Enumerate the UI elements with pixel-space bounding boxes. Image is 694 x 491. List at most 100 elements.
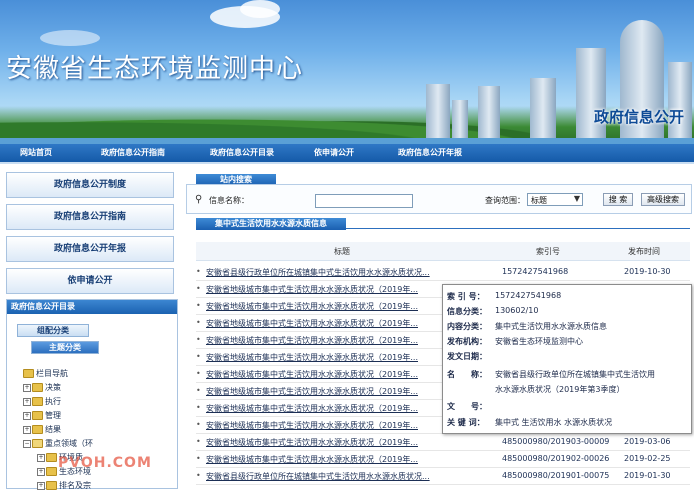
search-panel: ⚲ 信息名称： 查询范围： 标题 ▼ 搜 索 高级搜索 bbox=[186, 184, 692, 214]
expand-icon[interactable]: + bbox=[23, 383, 31, 392]
row-title-link[interactable]: 安徽省地级城市集中式生活饮用水水源水质状况（2019年... bbox=[206, 386, 418, 397]
menu-disclosure-guide[interactable]: 政府信息公开指南 bbox=[6, 204, 174, 230]
site-banner: 安徽省生态环境监测中心 政府信息公开 bbox=[0, 0, 694, 144]
bullet-icon: • bbox=[196, 454, 201, 463]
menu-disclosure-system[interactable]: 政府信息公开制度 bbox=[6, 172, 174, 198]
banner-subtitle: 政府信息公开 bbox=[593, 108, 684, 126]
row-title-link[interactable]: 安徽省县级行政单位所在城镇集中式生活饮用水水源水质状况... bbox=[206, 267, 430, 278]
advanced-search-button[interactable]: 高级搜索 bbox=[641, 193, 685, 206]
table-header bbox=[196, 242, 690, 261]
row-title-link[interactable]: 安徽省地级城市集中式生活饮用水水源水质状况（2019年... bbox=[206, 403, 418, 414]
building-decoration bbox=[668, 62, 692, 144]
row-date: 2019-01-30 bbox=[624, 471, 671, 480]
folder-icon bbox=[46, 453, 57, 462]
popup-value: 水水源水质状况（2019年第3季度） bbox=[495, 385, 625, 394]
popup-key: 索 引 号： bbox=[447, 292, 485, 301]
building-decoration bbox=[576, 48, 606, 144]
popup-value: 130602/10 bbox=[495, 306, 539, 315]
cloud-decoration bbox=[40, 30, 100, 46]
menu-apply-disclosure[interactable]: 依申请公开 bbox=[6, 268, 174, 294]
column-header-index: 索引号 bbox=[536, 247, 560, 256]
bullet-icon: • bbox=[196, 284, 201, 293]
search-name-label: 信息名称： bbox=[209, 196, 249, 205]
row-index: 485000980/201903-00009 bbox=[502, 437, 610, 446]
site-title: 安徽省生态环境监测中心 bbox=[6, 54, 304, 84]
tree-item-decision[interactable]: + 决策 bbox=[23, 382, 61, 393]
tree-item-execution[interactable]: + 执行 bbox=[23, 396, 61, 407]
column-header-title: 标题 bbox=[334, 247, 350, 256]
building-decoration bbox=[426, 84, 450, 144]
expand-icon[interactable]: + bbox=[23, 411, 31, 420]
bullet-icon: • bbox=[196, 420, 201, 429]
folder-open-icon bbox=[32, 439, 43, 448]
nav-catalog[interactable]: 政府信息公开目录 bbox=[210, 147, 274, 158]
expand-icon[interactable]: + bbox=[37, 481, 45, 490]
expand-icon[interactable]: + bbox=[23, 425, 31, 434]
tree-root[interactable]: 栏目导航 bbox=[23, 368, 68, 379]
tab-topic-category[interactable]: 主题分类 bbox=[31, 341, 99, 354]
nav-apply[interactable]: 依申请公开 bbox=[314, 147, 354, 158]
row-title-link[interactable]: 安徽省县级行政单位所在城镇集中式生活饮用水水源水质状况... bbox=[206, 471, 430, 482]
row-title-link[interactable]: 安徽省地级城市集中式生活饮用水水源水质状况（2019年... bbox=[206, 352, 418, 363]
nav-home[interactable]: 网站首页 bbox=[20, 147, 52, 158]
bullet-icon: • bbox=[196, 301, 201, 310]
popup-key: 文 号： bbox=[447, 402, 487, 411]
search-name-input[interactable] bbox=[315, 194, 413, 208]
tab-water-quality[interactable]: 集中式生活饮用水水源水质信息 bbox=[196, 218, 346, 230]
expand-icon[interactable]: + bbox=[37, 467, 45, 476]
folder-icon bbox=[32, 411, 43, 420]
expand-icon[interactable]: + bbox=[37, 453, 45, 462]
cloud-decoration bbox=[240, 0, 280, 18]
nav-guide[interactable]: 政府信息公开指南 bbox=[101, 147, 165, 158]
menu-annual-report[interactable]: 政府信息公开年报 bbox=[6, 236, 174, 262]
bullet-icon: • bbox=[196, 267, 201, 276]
bullet-icon: • bbox=[196, 403, 201, 412]
bullet-icon: • bbox=[196, 318, 201, 327]
tree-item-management[interactable]: + 管理 bbox=[23, 410, 61, 421]
popup-value: 集中式生活饮用水水源水质信息 bbox=[495, 322, 607, 331]
tree-item-ranking[interactable]: + 排名及宗 bbox=[37, 480, 91, 491]
row-title-link[interactable]: 安徽省地级城市集中式生活饮用水水源水质状况（2019年... bbox=[206, 437, 418, 448]
folder-icon bbox=[23, 369, 34, 378]
popup-value: 1572427541968 bbox=[495, 291, 562, 300]
row-title-link[interactable]: 安徽省地级城市集中式生活饮用水水源水质状况（2019年... bbox=[206, 420, 418, 431]
nav-annual-report[interactable]: 政府信息公开年报 bbox=[398, 147, 462, 158]
tree-item-key-areas[interactable]: − 重点领域（环 bbox=[23, 438, 93, 449]
search-scope-select[interactable]: 标题 ▼ bbox=[527, 193, 583, 206]
expand-icon[interactable]: + bbox=[23, 397, 31, 406]
bullet-icon: • bbox=[196, 386, 201, 395]
popup-key: 发文日期： bbox=[447, 352, 487, 361]
table-row[interactable]: • 安徽省县级行政单位所在城镇集中式生活饮用水水源水质状况... 485000980… bbox=[196, 468, 690, 485]
folder-icon bbox=[32, 425, 43, 434]
table-row[interactable]: • 安徽省地级城市集中式生活饮用水水源水质状况（2019年... 485000980… bbox=[196, 451, 690, 468]
folder-icon bbox=[32, 383, 43, 392]
row-title-link[interactable]: 安徽省地级城市集中式生活饮用水水源水质状况（2019年... bbox=[206, 301, 418, 312]
bullet-icon: • bbox=[196, 437, 201, 446]
row-date: 2019-02-25 bbox=[624, 454, 671, 463]
search-button[interactable]: 搜 索 bbox=[603, 193, 633, 206]
row-title-link[interactable]: 安徽省地级城市集中式生活饮用水水源水质状况（2019年... bbox=[206, 318, 418, 329]
bullet-icon: • bbox=[196, 352, 201, 361]
building-decoration bbox=[478, 86, 500, 144]
tab-org-category[interactable]: 组配分类 bbox=[17, 324, 89, 337]
popup-key: 关 键 词： bbox=[447, 418, 485, 427]
folder-icon bbox=[46, 467, 57, 476]
popup-value: 安徽省生态环境监测中心 bbox=[495, 337, 583, 346]
row-title-link[interactable]: 安徽省地级城市集中式生活饮用水水源水质状况（2019年... bbox=[206, 284, 418, 295]
collapse-icon[interactable]: − bbox=[23, 439, 31, 448]
popup-value: 集中式 生活饮用水 水源水质状况 bbox=[495, 418, 613, 427]
row-title-link[interactable]: 安徽省地级城市集中式生活饮用水水源水质状况（2019年... bbox=[206, 369, 418, 380]
bullet-icon: • bbox=[196, 471, 201, 480]
popup-key: 内容分类： bbox=[447, 322, 487, 331]
row-title-link[interactable]: 安徽省地级城市集中式生活饮用水水源水质状况（2019年... bbox=[206, 335, 418, 346]
bullet-icon: • bbox=[196, 335, 201, 344]
table-row[interactable]: • 安徽省县级行政单位所在城镇集中式生活饮用水水源水质状况... 157242754… bbox=[196, 264, 690, 281]
main-nav: 网站首页 政府信息公开指南 政府信息公开目录 依申请公开 政府信息公开年报 bbox=[0, 144, 694, 164]
row-title-link[interactable]: 安徽省地级城市集中式生活饮用水水源水质状况（2019年... bbox=[206, 454, 418, 465]
tree-item-result[interactable]: + 结果 bbox=[23, 424, 61, 435]
popup-value: 安徽省县级行政单位所在城镇集中式生活饮用 bbox=[495, 370, 655, 379]
watermark-text: PVOH.COM bbox=[58, 455, 152, 471]
table-row[interactable]: • 安徽省地级城市集中式生活饮用水水源水质状况（2019年... 485000980… bbox=[196, 434, 690, 451]
bullet-icon: • bbox=[196, 369, 201, 378]
column-header-date: 发布时间 bbox=[628, 247, 660, 256]
